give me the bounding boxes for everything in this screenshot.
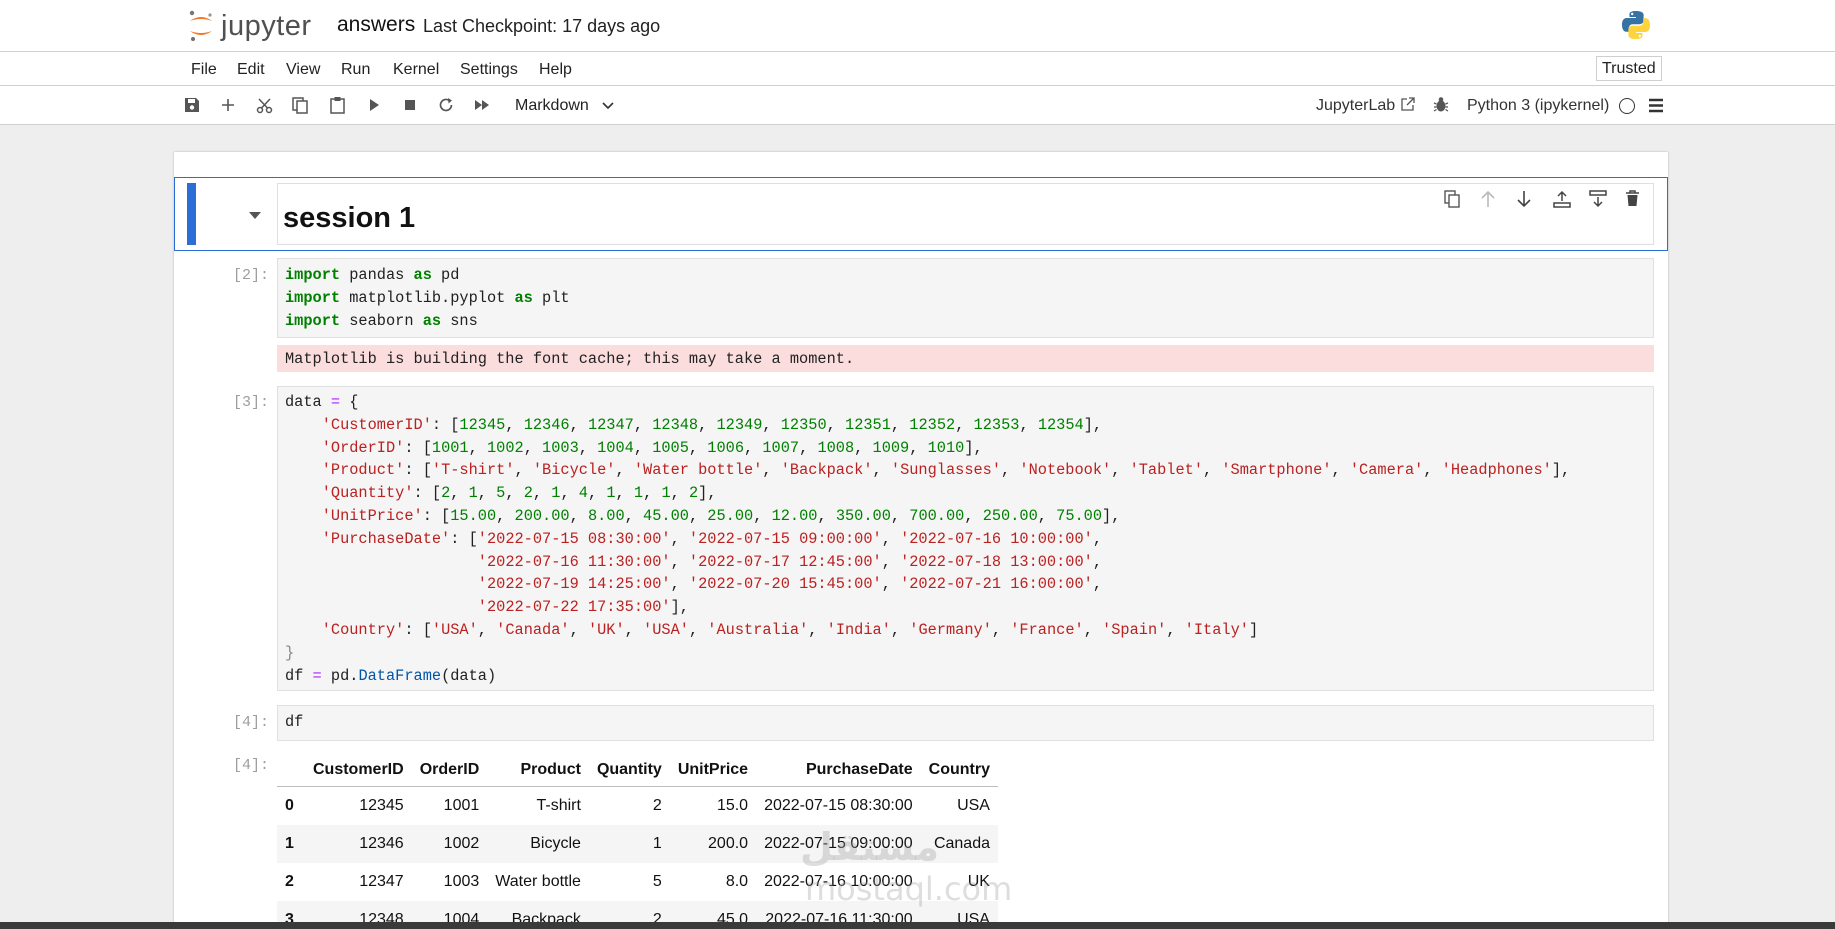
stderr-message: Matplotlib is building the font cache; t… (285, 350, 855, 368)
table-cell: USA (957, 797, 990, 814)
table-row: 0 12345 1001 T-shirt 2 15.0 2022-07-15 08:30:0… (277, 787, 998, 826)
row-index: 2 (285, 873, 294, 890)
table-cell: 15.0 (716, 797, 749, 814)
row-index: 1 (285, 835, 294, 852)
code-cell-3[interactable]: data = { 'CustomerID': [12345, 12346, 12… (285, 391, 1570, 687)
table-cell: Bicycle (530, 835, 581, 852)
insert-above-icon[interactable] (1553, 190, 1571, 208)
cell-prompt: [3]: (233, 394, 270, 411)
insert-below-icon[interactable] (1589, 190, 1607, 208)
active-cell-indicator (187, 183, 196, 245)
table-cell: 2022-07-15 08:30:00 (764, 797, 913, 814)
table-cell: 8.0 (725, 873, 749, 890)
code-cell-4[interactable]: df (285, 711, 303, 734)
code-cell-input[interactable] (277, 705, 1654, 741)
table-cell: 5 (652, 873, 662, 890)
move-down-icon[interactable] (1516, 190, 1532, 208)
table-cell: 1 (652, 835, 662, 852)
column-header (277, 753, 305, 787)
table-cell: 12348 (359, 911, 404, 922)
column-header: OrderID (411, 753, 488, 787)
table-header-row: CustomerID OrderID Product Quantity Unit… (277, 753, 998, 787)
table-cell: 45.0 (716, 911, 749, 922)
column-header: Country (920, 753, 998, 787)
column-header: Quantity (588, 753, 670, 787)
row-index: 3 (285, 911, 294, 922)
table-cell: 12347 (359, 873, 404, 890)
cell-prompt: [4]: (233, 714, 270, 731)
table-cell: 12346 (359, 835, 404, 852)
table-cell: 2 (652, 797, 662, 814)
table-cell: 1002 (443, 835, 480, 852)
column-header: Product (487, 753, 589, 787)
table-cell: 1004 (443, 911, 480, 922)
watermark: مستقل (800, 825, 939, 869)
table-cell: 200.0 (708, 835, 749, 852)
cell-prompt: [2]: (233, 267, 270, 284)
table-cell: T-shirt (536, 797, 581, 814)
code-cell-2[interactable]: import pandas as pd import matplotlib.py… (285, 264, 570, 332)
table-cell: Water bottle (495, 873, 581, 890)
column-header: CustomerID (305, 753, 412, 787)
column-header: PurchaseDate (756, 753, 921, 787)
table-cell: 12345 (359, 797, 404, 814)
collapse-caret-icon[interactable] (249, 211, 261, 220)
watermark-url: mostaql.com (805, 870, 1013, 908)
delete-cell-icon[interactable] (1625, 190, 1640, 207)
section-heading: session 1 (283, 202, 416, 234)
move-up-icon[interactable] (1480, 190, 1496, 208)
output-prompt: [4]: (233, 757, 270, 774)
table-cell: 1003 (443, 873, 480, 890)
duplicate-cell-icon[interactable] (1444, 190, 1460, 208)
bottom-edge (0, 922, 1835, 929)
table-cell: Backpack (511, 911, 581, 922)
table-cell: 2 (652, 911, 662, 922)
row-index: 0 (285, 797, 294, 814)
table-cell: 1001 (443, 797, 480, 814)
column-header: UnitPrice (669, 753, 757, 787)
notebook-viewport[interactable]: session 1 [2]: import pandas as pd impor… (0, 0, 1835, 922)
